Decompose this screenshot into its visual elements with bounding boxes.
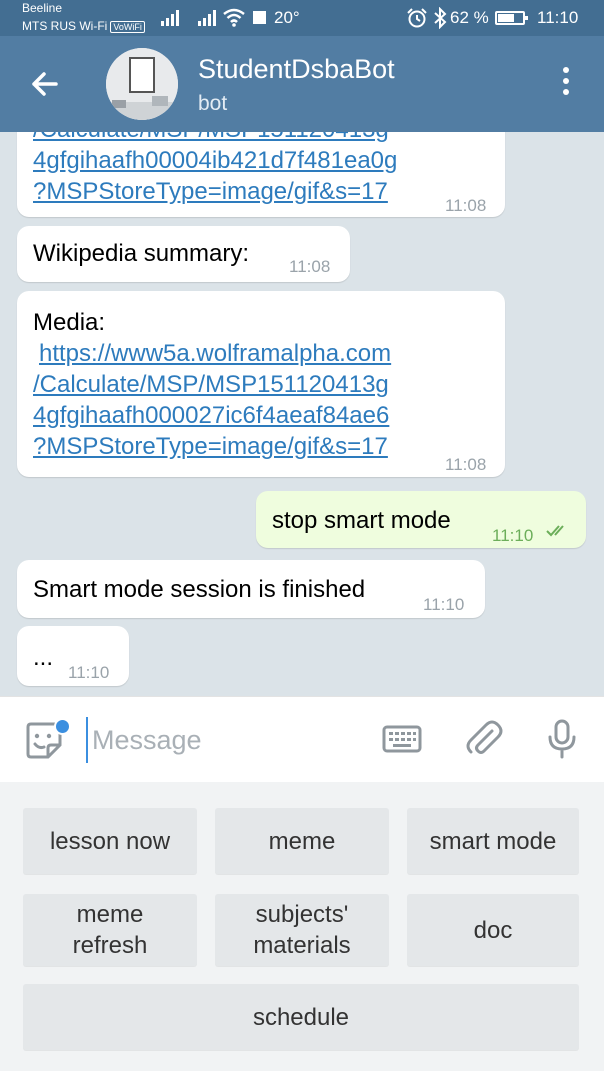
message-time: 11:08 [445,196,487,215]
notification-square-icon [253,11,266,24]
message-bubble[interactable]: ... 11:10 [17,626,129,686]
wifi-icon [223,8,245,27]
chat-title[interactable]: StudentDsbaBot [198,54,395,85]
keyboard-button-meme[interactable]: meme [215,808,389,874]
battery-icon [495,11,528,25]
message-time: 11:10 [492,526,534,545]
temperature: 20° [274,8,300,27]
carrier-name-secondary: MTS RUS Wi-Fi VoWiFi [22,19,145,33]
keyboard-button-schedule[interactable]: schedule [23,984,579,1050]
chat-subtitle: bot [198,92,228,115]
paperclip-icon[interactable] [462,717,506,761]
signal-icon [198,10,216,26]
message-list[interactable]: /Calculate/MSP/MSP151120413g 4gfgihaafh0… [0,132,604,696]
message-text: Wikipedia summary: [33,240,250,267]
message-time: 11:10 [423,595,465,614]
keyboard-button-meme-refresh[interactable]: meme refresh [23,894,197,966]
message-text: Media: [33,309,106,336]
microphone-icon[interactable] [540,717,584,761]
carrier-name: Beeline [22,1,63,15]
message-bubble[interactable]: Wikipedia summary: 11:08 [17,226,350,282]
message-time: 11:10 [68,663,110,682]
message-time: 11:08 [289,257,331,276]
message-input[interactable] [86,717,374,763]
message-text: Smart mode session is finished [33,576,366,603]
status-bar: Beeline MTS RUS Wi-Fi VoWiFi 20° 62 % 11:… [0,0,604,36]
keyboard-button-doc[interactable]: doc [407,894,579,966]
bot-avatar[interactable] [106,48,178,120]
message-text: stop smart mode [272,507,451,534]
keyboard-icon[interactable] [380,717,424,761]
outgoing-message-bubble[interactable]: stop smart mode 11:10 [256,491,586,548]
keyboard-button-subjects-materials[interactable]: subjects' materials [215,894,389,966]
alarm-icon [407,8,427,28]
vowifi-badge: VoWiFi [110,21,145,33]
signal-icon [161,10,179,26]
avatar-image [106,48,178,120]
bot-reply-keyboard: lesson now meme smart mode meme refresh … [0,782,604,1071]
message-bubble[interactable]: /Calculate/MSP/MSP151120413g 4gfgihaafh0… [17,132,505,217]
more-vertical-icon[interactable] [552,64,580,104]
message-bubble[interactable]: Media: https://www5a.wolframalpha.com /C… [17,291,505,477]
back-arrow-icon[interactable] [22,62,66,106]
message-time: 11:08 [445,455,487,474]
new-stickers-indicator [54,718,71,735]
message-link[interactable]: https://www5a.wolframalpha.com /Calculat… [33,338,391,462]
double-check-icon [546,525,564,537]
bluetooth-icon [434,7,447,29]
message-bubble[interactable]: Smart mode session is finished 11:10 [17,560,485,618]
clock: 11:10 [537,8,579,27]
message-composer [0,696,604,782]
keyboard-button-smart-mode[interactable]: smart mode [407,808,579,874]
chat-header: StudentDsbaBot bot [0,36,604,132]
keyboard-button-lesson-now[interactable]: lesson now [23,808,197,874]
battery-percent: 62 % [450,8,489,27]
message-link[interactable]: /Calculate/MSP/MSP151120413g 4gfgihaafh0… [33,132,397,207]
message-text: ... [33,644,54,671]
